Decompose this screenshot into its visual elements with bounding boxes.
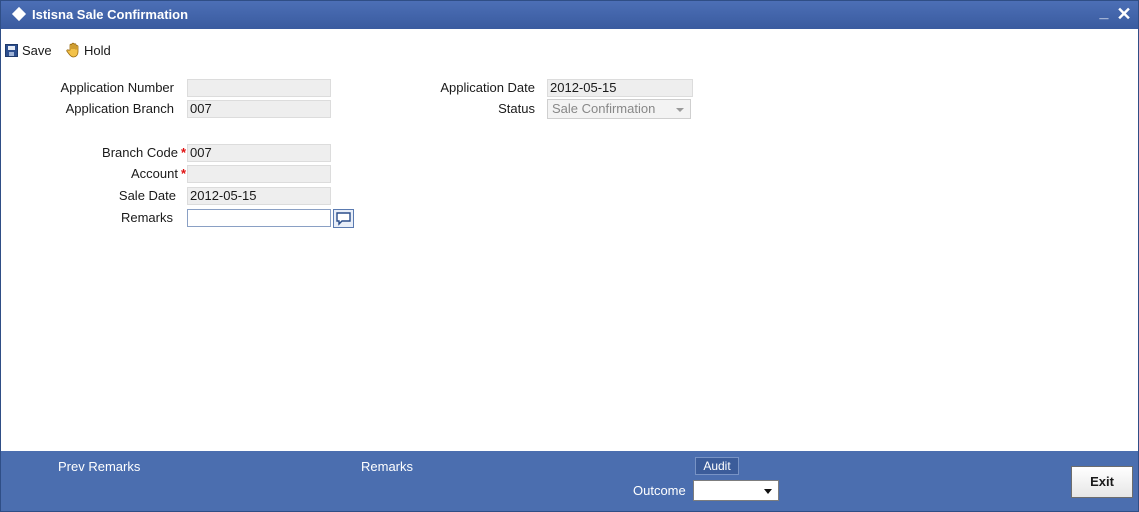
- exit-button[interactable]: Exit: [1071, 466, 1133, 498]
- chevron-down-icon: [764, 489, 772, 494]
- window-title: Istisna Sale Confirmation: [32, 7, 189, 22]
- sale-date-label: Sale Date: [118, 188, 176, 203]
- outcome-select[interactable]: [693, 480, 779, 501]
- istisna-sale-confirmation-window: Istisna Sale Confirmation _ ✕ Save Hold …: [0, 0, 1139, 512]
- remarks-input[interactable]: [187, 209, 331, 227]
- status-label: Status: [498, 101, 535, 116]
- footer-bar: Prev Remarks Remarks Audit Outcome Exit: [1, 451, 1138, 511]
- hand-icon: [65, 42, 81, 58]
- save-label: Save: [22, 42, 52, 58]
- application-date-label: Application Date: [440, 80, 535, 95]
- remarks-expand-button[interactable]: [333, 209, 354, 228]
- toolbar: Save Hold: [1, 29, 1138, 65]
- branch-code-field[interactable]: 007: [187, 144, 331, 162]
- save-icon: [5, 43, 18, 57]
- application-branch-field[interactable]: 007: [187, 100, 331, 118]
- account-label-row: Account *: [21, 165, 186, 183]
- account-field[interactable]: [187, 165, 331, 183]
- application-branch-label: Application Branch: [65, 101, 174, 116]
- remarks-link[interactable]: Remarks: [361, 459, 413, 474]
- status-select[interactable]: Sale Confirmation: [547, 99, 691, 119]
- chevron-down-icon: [676, 108, 684, 112]
- application-number-field[interactable]: [187, 79, 331, 97]
- branch-code-label-row: Branch Code *: [21, 144, 186, 162]
- account-label: Account: [130, 166, 178, 181]
- minimize-button[interactable]: _: [1097, 5, 1111, 22]
- title-bar: Istisna Sale Confirmation _ ✕: [1, 1, 1138, 29]
- remarks-label: Remarks: [120, 210, 173, 225]
- outcome-label: Outcome: [633, 483, 686, 498]
- application-date-field[interactable]: 2012-05-15: [547, 79, 693, 97]
- audit-button[interactable]: Audit: [695, 457, 739, 475]
- application-number-label: Application Number: [60, 80, 174, 95]
- status-value: Sale Confirmation: [552, 101, 656, 116]
- close-button[interactable]: ✕: [1115, 4, 1133, 24]
- hold-label: Hold: [84, 42, 111, 58]
- prev-remarks-link[interactable]: Prev Remarks: [58, 459, 140, 474]
- comment-icon: [336, 212, 351, 226]
- sale-date-field[interactable]: 2012-05-15: [187, 187, 331, 205]
- save-button[interactable]: Save: [5, 41, 52, 59]
- branch-code-label: Branch Code: [102, 145, 178, 160]
- hold-button[interactable]: Hold: [65, 41, 111, 59]
- diamond-icon: [11, 6, 27, 22]
- required-marker: *: [180, 166, 186, 181]
- required-marker: *: [180, 145, 186, 160]
